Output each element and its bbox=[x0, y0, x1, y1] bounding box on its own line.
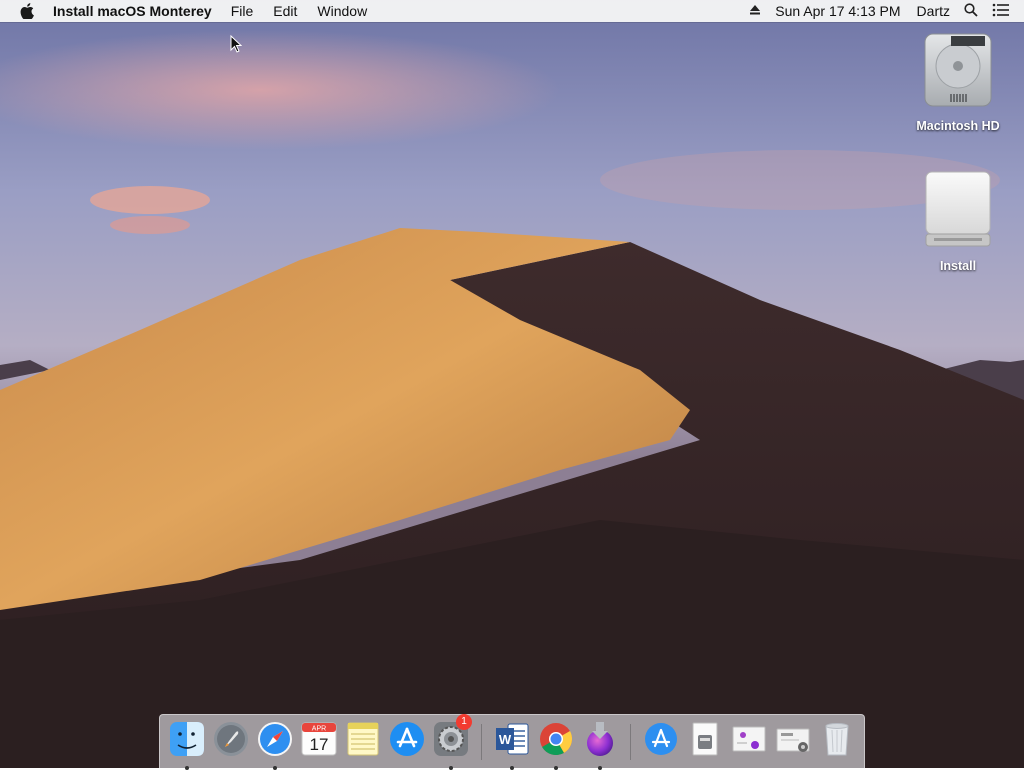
external-drive-icon bbox=[922, 170, 994, 255]
menu-bar-status-area: Sun Apr 17 4:13 PM Dartz bbox=[749, 0, 1024, 22]
app-store-icon bbox=[388, 720, 426, 758]
menu-clock[interactable]: Sun Apr 17 4:13 PM bbox=[775, 3, 900, 19]
launchpad-icon bbox=[212, 720, 250, 758]
desktop-icon-macintosh-hd[interactable]: Macintosh HD bbox=[908, 32, 1008, 133]
chrome-icon bbox=[537, 720, 575, 758]
apple-menu-icon[interactable] bbox=[17, 0, 37, 22]
desktop-icon-install[interactable]: Install bbox=[908, 170, 1008, 273]
calendar-month: APR bbox=[312, 725, 326, 732]
user-menu[interactable]: Dartz bbox=[917, 3, 950, 19]
dock-item-trash[interactable] bbox=[817, 720, 857, 764]
desktop-icon-label: Install bbox=[939, 259, 977, 273]
document-icon bbox=[686, 720, 724, 758]
dock-separator bbox=[481, 723, 482, 760]
dock-item-calendar[interactable]: APR 17 bbox=[299, 720, 339, 764]
word-icon: W bbox=[493, 720, 531, 758]
trash-icon bbox=[818, 720, 856, 758]
desktop-wallpaper bbox=[0, 0, 1024, 768]
monterey-installer-icon bbox=[581, 720, 619, 758]
dock-item-document[interactable] bbox=[685, 720, 725, 764]
dock-item-app-store[interactable] bbox=[387, 720, 427, 764]
finder-icon bbox=[168, 720, 206, 758]
spotlight-search-icon[interactable] bbox=[964, 2, 978, 20]
dock-item-install-macos-monterey[interactable] bbox=[580, 720, 620, 770]
dock-item-applications-folder[interactable] bbox=[641, 720, 681, 764]
notes-icon bbox=[344, 720, 382, 758]
dock-item-google-chrome[interactable] bbox=[536, 720, 576, 770]
dock-item-system-preferences[interactable]: 1 bbox=[431, 713, 472, 770]
notification-center-icon[interactable] bbox=[992, 3, 1010, 20]
desktop-icon-label: Macintosh HD bbox=[916, 119, 1000, 133]
menu-bar: Install macOS Monterey File Edit Window … bbox=[0, 0, 1024, 22]
dock-item-safari[interactable] bbox=[255, 720, 295, 770]
calendar-icon: APR 17 bbox=[300, 720, 338, 758]
applications-folder-icon bbox=[642, 720, 680, 758]
dock-item-disk-image[interactable] bbox=[773, 720, 813, 764]
app-menu[interactable]: Install macOS Monterey bbox=[53, 3, 212, 19]
installer-document-icon bbox=[730, 720, 768, 758]
menu-file[interactable]: File bbox=[231, 3, 254, 19]
notification-badge: 1 bbox=[456, 713, 472, 730]
dock-item-microsoft-word[interactable]: W bbox=[492, 720, 532, 770]
svg-text:W: W bbox=[499, 732, 512, 747]
menu-edit[interactable]: Edit bbox=[273, 3, 297, 19]
dock: APR 17 1 W bbox=[159, 713, 865, 770]
mouse-cursor-icon bbox=[230, 34, 243, 53]
dock-separator bbox=[630, 723, 631, 760]
hard-drive-icon bbox=[921, 32, 995, 115]
safari-icon bbox=[256, 720, 294, 758]
calendar-day: 17 bbox=[310, 735, 329, 754]
dock-item-finder[interactable] bbox=[167, 720, 207, 770]
dock-item-launchpad[interactable] bbox=[211, 720, 251, 764]
dock-item-installer-document[interactable] bbox=[729, 720, 769, 764]
dock-item-notes[interactable] bbox=[343, 720, 383, 764]
menu-window[interactable]: Window bbox=[317, 3, 367, 19]
disk-image-icon bbox=[774, 720, 812, 758]
eject-icon[interactable] bbox=[749, 3, 761, 19]
